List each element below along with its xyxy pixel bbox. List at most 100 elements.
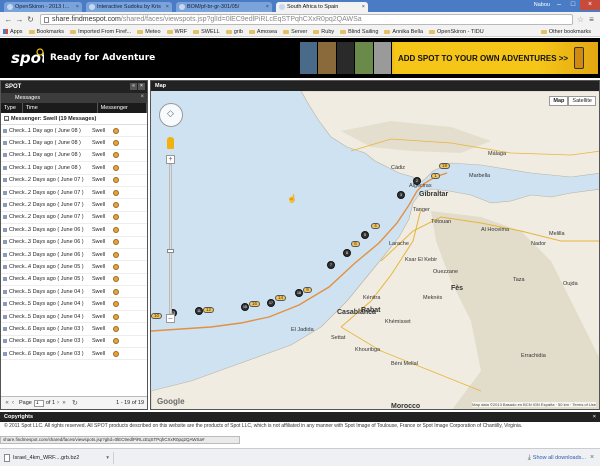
message-row[interactable]: Check... 1 Day ago ( June 08 ) Swell — [1, 162, 147, 175]
message-row[interactable]: Check... 4 Days ago ( June 05 ) Swell — [1, 261, 147, 274]
collapse-icon[interactable]: « — [130, 83, 137, 90]
locate-marker-icon[interactable] — [113, 313, 119, 320]
close-icon[interactable]: × — [140, 94, 144, 100]
bookmark-item[interactable]: Annika Bella — [384, 29, 423, 35]
chrome-menu-icon[interactable]: ≡ — [586, 14, 597, 25]
show-all-downloads[interactable]: ⤓ Show all downloads... — [528, 454, 586, 462]
prev-page-icon[interactable]: ‹ — [10, 400, 16, 406]
track-marker[interactable]: 11 — [195, 307, 203, 315]
col-time[interactable]: Time — [23, 103, 98, 113]
track-marker[interactable]: 8 — [343, 249, 351, 257]
bookmark-item[interactable]: OpenSkiron - TIDU — [429, 29, 484, 35]
track-marker[interactable]: 1 — [431, 173, 440, 179]
bookmark-item[interactable]: Amosea — [248, 29, 277, 35]
col-type[interactable]: Type — [1, 103, 23, 113]
message-row[interactable]: Check... 1 Day ago ( June 08 ) Swell — [1, 125, 147, 138]
locate-marker-icon[interactable] — [113, 226, 119, 233]
tab-bom[interactable]: BOM/pf-br-gr-301/05/ × — [176, 2, 272, 12]
locate-marker-icon[interactable] — [113, 152, 119, 159]
collapse-group-icon[interactable]: – — [4, 116, 9, 121]
zoom-out-button[interactable]: – — [166, 314, 175, 323]
track-marker[interactable]: 2 — [413, 177, 421, 185]
close-shelf-icon[interactable]: × — [586, 454, 598, 461]
tab-sudoku[interactable]: Interactive Sudoku by Kris × — [86, 2, 172, 12]
forward-icon[interactable]: → — [14, 14, 25, 25]
last-page-icon[interactable]: » — [61, 400, 67, 406]
track-marker[interactable]: 7 — [327, 261, 335, 269]
maximize-icon[interactable]: □ — [566, 0, 580, 10]
close-tab-icon[interactable]: × — [266, 4, 269, 10]
locate-marker-icon[interactable] — [113, 350, 119, 357]
zoom-knob[interactable] — [167, 249, 174, 253]
message-row[interactable]: Check... 1 Day ago ( June 08 ) Swell — [1, 150, 147, 163]
ad-banner[interactable]: ADD SPOT TO YOUR OWN ADVENTURES >> — [300, 42, 598, 74]
track-marker[interactable]: 16 — [249, 301, 261, 307]
message-row[interactable]: Check... 5 Days ago ( June 04 ) Swell — [1, 298, 147, 311]
message-row[interactable]: Check... 5 Days ago ( June 04 ) Swell — [1, 311, 147, 324]
download-item[interactable]: Israel_4km_WRF....grb.bz2 ▾ — [4, 451, 114, 464]
close-icon[interactable]: × — [138, 83, 145, 90]
bookmark-item[interactable]: SWELL — [193, 29, 220, 35]
message-row[interactable]: Check... 1 Day ago ( June 08 ) Swell — [1, 137, 147, 150]
bookmark-item[interactable]: Blind Sailing — [340, 29, 378, 35]
tab-spot-active[interactable]: South Africa to Spain × — [276, 2, 368, 12]
message-row[interactable]: Check... 6 Days ago ( June 03 ) Swell — [1, 323, 147, 336]
locate-marker-icon[interactable] — [113, 301, 119, 308]
locate-marker-icon[interactable] — [113, 288, 119, 295]
map-type-map[interactable]: Map — [549, 96, 569, 106]
other-bookmarks[interactable]: Other bookmarks — [540, 29, 591, 35]
bookmark-item[interactable]: Bookmarks — [28, 29, 64, 35]
track-marker[interactable]: 18 — [295, 289, 303, 297]
track-marker[interactable]: 19 — [439, 163, 451, 169]
close-tab-icon[interactable]: × — [362, 4, 365, 10]
zoom-slider[interactable] — [167, 164, 174, 314]
message-row[interactable]: Check... 2 Days ago ( June 07 ) Swell — [1, 212, 147, 225]
group-row-swell[interactable]: – Messenger: Swell (19 Messages) — [1, 113, 147, 125]
window-close-icon[interactable]: × — [580, 0, 600, 10]
refresh-icon[interactable]: ↻ — [72, 399, 78, 407]
bookmark-apps[interactable]: Apps — [3, 29, 23, 35]
track-marker[interactable]: 3 — [397, 191, 405, 199]
locate-marker-icon[interactable] — [113, 263, 119, 270]
locate-marker-icon[interactable] — [113, 189, 119, 196]
track-marker[interactable]: 15 — [241, 303, 249, 311]
locate-marker-icon[interactable] — [113, 338, 119, 345]
locate-marker-icon[interactable] — [113, 164, 119, 171]
close-icon[interactable]: × — [593, 412, 596, 422]
col-messenger[interactable]: Messenger — [98, 103, 147, 113]
message-row[interactable]: Check... 6 Days ago ( June 03 ) Swell — [1, 336, 147, 349]
track-marker[interactable]: 6 — [351, 241, 360, 247]
close-tab-icon[interactable]: × — [166, 4, 169, 10]
message-row[interactable]: Check... 2 Days ago ( June 07 ) Swell — [1, 175, 147, 187]
locate-marker-icon[interactable] — [113, 127, 119, 134]
locate-marker-icon[interactable] — [113, 251, 119, 258]
spot-logo[interactable]: spot — [10, 46, 44, 70]
address-bar[interactable]: share.findmespot.com /shared/faces/views… — [40, 14, 573, 25]
locate-marker-icon[interactable] — [113, 214, 119, 221]
track-marker[interactable]: 9 — [303, 287, 312, 293]
track-marker[interactable]: 10 — [151, 313, 163, 319]
bookmark-item[interactable]: grib — [225, 29, 243, 35]
locate-marker-icon[interactable] — [113, 177, 119, 184]
locate-marker-icon[interactable] — [113, 276, 119, 283]
message-row[interactable]: Check... 2 Days ago ( June 07 ) Swell — [1, 199, 147, 212]
track-marker[interactable]: 4 — [371, 223, 380, 229]
track-marker[interactable]: 14 — [275, 295, 287, 301]
message-row[interactable]: Check... 5 Days ago ( June 04 ) Swell — [1, 286, 147, 299]
tab-openskiron[interactable]: OpenSkiron - 2013 IWTN × — [4, 2, 82, 12]
zoom-in-button[interactable]: + — [166, 155, 175, 164]
locate-marker-icon[interactable] — [113, 140, 119, 147]
message-row[interactable]: Check... 2 Days ago ( June 07 ) Swell — [1, 187, 147, 200]
bookmark-star-icon[interactable]: ☆ — [577, 15, 584, 24]
bookmark-item[interactable]: Ruby — [313, 29, 334, 35]
pan-control[interactable] — [159, 103, 183, 127]
locate-marker-icon[interactable] — [113, 325, 119, 332]
message-row[interactable]: Check... 6 Days ago ( June 03 ) Swell — [1, 348, 147, 361]
reload-icon[interactable]: ↻ — [25, 14, 36, 25]
track-marker[interactable]: 5 — [361, 231, 369, 239]
track-marker[interactable]: 17 — [267, 299, 275, 307]
track-marker[interactable]: 12 — [203, 307, 215, 313]
message-row[interactable]: Check... 3 Days ago ( June 06 ) Swell — [1, 224, 147, 237]
map-canvas[interactable] — [151, 91, 600, 410]
pegman-icon[interactable] — [167, 137, 174, 149]
